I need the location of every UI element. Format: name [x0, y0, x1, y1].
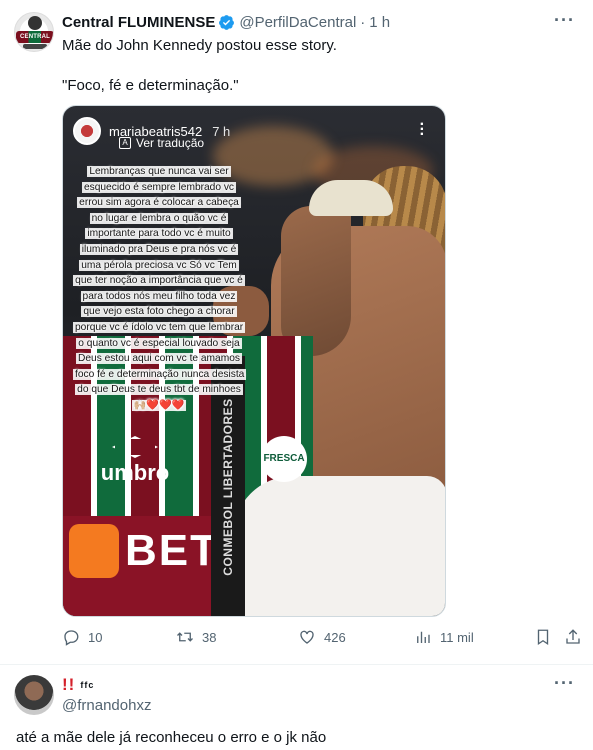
story-time: 7 h — [212, 123, 231, 139]
like-icon — [300, 630, 314, 644]
player-face — [281, 206, 351, 356]
author-name[interactable]: Central FLUMINENSE — [62, 14, 215, 31]
views-icon — [417, 631, 430, 643]
jersey-brand-text: umbro — [100, 460, 170, 485]
avatar-band: CENTRAL — [16, 31, 53, 43]
reply-name-exclaim: !! — [62, 675, 76, 694]
translate-icon: A — [119, 137, 131, 149]
white-shirt — [233, 476, 445, 616]
views-button[interactable]: 11 mil — [414, 628, 474, 646]
story-overlay-content: Lembranças que nunca vai ser esquecido é… — [73, 166, 247, 411]
retweet-icon — [177, 632, 193, 642]
avatar-emblem — [28, 16, 42, 30]
jersey-brand: umbro — [95, 436, 175, 486]
share-icon — [566, 629, 580, 644]
retweet-button[interactable]: 38 — [176, 628, 216, 646]
story-more-icon: · · · — [419, 116, 425, 143]
story-avatar — [73, 117, 101, 145]
reply-button[interactable]: 10 — [62, 628, 102, 646]
story-overlay-text: Lembranças que nunca vai ser esquecido é… — [73, 164, 247, 414]
like-button[interactable]: 426 — [298, 628, 346, 646]
reply-icon — [64, 630, 79, 646]
tweet-actions: 10 38 426 11 mil — [62, 628, 582, 652]
reply-avatar[interactable] — [14, 675, 54, 715]
tweet-text: Mãe do John Kennedy postou esse story. "… — [62, 36, 562, 96]
tweet-header: Central FLUMINENSE @PerfilDaCentral · 1 … — [62, 12, 390, 32]
player-hair — [309, 180, 393, 216]
tweet-time[interactable]: 1 h — [369, 14, 390, 31]
author-avatar[interactable]: CENTRAL — [14, 12, 54, 52]
verified-badge-icon — [219, 14, 235, 30]
bookmark-button[interactable] — [534, 628, 560, 646]
tweet-text-line-2: "Foco, fé e determinação." — [62, 77, 239, 94]
tweet-text-line-1: Mãe do John Kennedy postou esse story. — [62, 37, 337, 54]
sponsor-logo-icon — [69, 524, 119, 578]
reply-name-small: ffc — [80, 680, 95, 690]
reply-more-icon[interactable]: ··· — [554, 673, 575, 694]
separator-dot: · — [360, 13, 366, 31]
main-tweet[interactable]: CENTRAL Central FLUMINENSE @PerfilDaCent… — [0, 0, 593, 668]
reply-text: até a mãe dele já reconheceu o erro e o … — [16, 729, 327, 746]
sponsor-text: BET — [125, 526, 219, 575]
reply-tweet[interactable]: !! ffc @frnandohxz ··· até a mãe dele já… — [0, 665, 593, 750]
avatar-base — [23, 44, 47, 49]
author-handle[interactable]: @PerfilDaCentral — [239, 14, 356, 31]
retweet-count: 38 — [202, 629, 217, 645]
views-count: 11 mil — [440, 629, 474, 645]
like-count: 426 — [324, 629, 346, 645]
reply-count: 10 — [88, 629, 103, 645]
share-button[interactable] — [564, 628, 590, 646]
story-image[interactable]: umbro BET FRESCA CONMEBOL LIBERTADORES m… — [62, 105, 446, 617]
reply-handle[interactable]: @frnandohxz — [62, 697, 151, 714]
more-icon[interactable]: ··· — [554, 10, 575, 31]
lanyard-text: CONMEBOL LIBERTADORES — [221, 398, 235, 576]
umbro-diamond-icon — [112, 436, 158, 458]
jersey-patch: FRESCA — [261, 436, 307, 482]
reply-display-name[interactable]: !! ffc — [62, 675, 94, 695]
story-translate: A Ver tradução — [119, 136, 204, 150]
bookmark-icon — [537, 629, 549, 646]
translate-label: Ver tradução — [136, 136, 205, 150]
